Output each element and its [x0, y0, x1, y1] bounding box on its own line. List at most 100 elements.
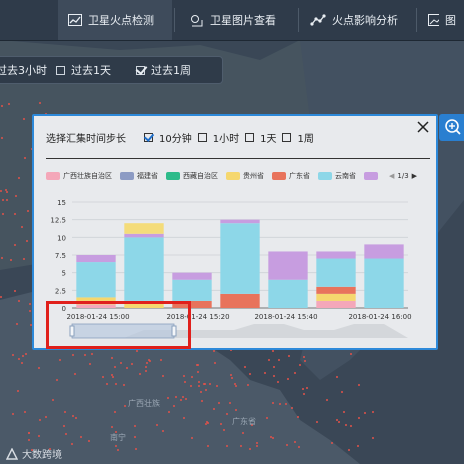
- bar-segment: [316, 300, 356, 308]
- bar-segment: [124, 233, 164, 238]
- bar-segment: [316, 293, 356, 301]
- x-tick-label: 2018-01-24 16:00: [348, 313, 411, 321]
- fire-point: [235, 408, 238, 411]
- fire-point: [272, 401, 275, 404]
- fire-point: [167, 410, 170, 413]
- fire-point: [62, 424, 65, 427]
- fire-point: [215, 385, 218, 388]
- fire-point: [15, 323, 18, 326]
- fire-point: [272, 365, 275, 368]
- fire-point: [17, 299, 20, 302]
- y-tick-label: 7.5: [55, 252, 66, 260]
- fire-point: [225, 412, 228, 415]
- fire-point: [166, 397, 169, 400]
- tab-divider: [298, 8, 299, 32]
- fire-point: [28, 303, 31, 306]
- fire-point: [293, 371, 296, 374]
- bar-segment: [124, 223, 164, 234]
- image-pin-icon: [191, 14, 203, 26]
- fire-point: [145, 361, 148, 364]
- y-tick-label: 2.5: [55, 287, 66, 295]
- bar-segment: [220, 223, 260, 294]
- fire-point: [13, 213, 16, 216]
- bar-segment: [124, 237, 164, 301]
- fire-point: [11, 353, 14, 356]
- checkbox[interactable]: [56, 65, 65, 75]
- fire-point: [39, 101, 42, 104]
- bar-segment: [316, 258, 356, 287]
- fire-point: [230, 377, 233, 380]
- tab-fire-impact-analysis[interactable]: 火点影响分析: [300, 0, 414, 40]
- filter-option-1d[interactable]: 过去1天: [56, 62, 111, 78]
- fire-point: [122, 384, 125, 387]
- tab-label: 卫星火点检测: [88, 14, 154, 27]
- bar-segment: [268, 279, 308, 308]
- fire-point: [113, 365, 116, 368]
- fire-point: [71, 353, 74, 356]
- bar-segment: [316, 251, 356, 259]
- tab-images-partial[interactable]: 图: [420, 0, 464, 40]
- scatter-line-icon: [310, 14, 326, 26]
- time-range-filter: 过去3小时 过去1天 过去1周: [0, 56, 223, 84]
- fire-point: [180, 398, 183, 401]
- y-tick-label: 12.5: [50, 217, 66, 225]
- fire-point: [172, 404, 175, 407]
- filter-option-1w[interactable]: 过去1周: [136, 62, 191, 78]
- fire-point: [364, 411, 367, 414]
- fire-point: [89, 362, 92, 365]
- fire-point: [87, 439, 90, 442]
- fire-point: [197, 380, 200, 383]
- brand-logo-icon: [6, 447, 18, 460]
- x-tick-label: 2018-01-24 15:40: [254, 313, 317, 321]
- fire-point: [113, 410, 116, 413]
- tab-satellite-images[interactable]: 卫星图片查看: [180, 0, 296, 40]
- tab-divider: [174, 8, 175, 32]
- fire-point: [239, 444, 242, 447]
- fire-point: [23, 156, 26, 159]
- fire-point: [336, 375, 339, 378]
- fire-point: [0, 104, 3, 107]
- bar-segment: [268, 251, 308, 280]
- chart-trend-icon: [68, 14, 82, 26]
- fire-point: [26, 209, 29, 212]
- fire-point: [184, 397, 187, 400]
- zoom-in-icon: [445, 119, 461, 135]
- bar-segment: [364, 258, 404, 308]
- fire-point: [20, 361, 23, 364]
- bar-segment: [364, 244, 404, 259]
- fire-point: [182, 374, 185, 377]
- fire-point: [228, 402, 231, 405]
- watermark: 大数跨境: [6, 446, 62, 461]
- fire-point: [0, 295, 3, 298]
- bar-segment: [220, 219, 260, 224]
- fire-point: [8, 102, 11, 105]
- tab-fire-detection[interactable]: 卫星火点检测: [58, 0, 172, 40]
- map-label-guangxi: 广西壮族: [128, 399, 160, 408]
- tab-divider: [416, 8, 417, 32]
- fire-point: [110, 425, 113, 428]
- fire-point: [276, 380, 279, 383]
- fire-point: [64, 432, 67, 435]
- map-label-guangdong: 广东省: [232, 417, 256, 426]
- fire-point: [90, 352, 93, 355]
- y-tick-label: 10: [57, 234, 66, 242]
- filter-option-3h[interactable]: 过去3小时: [0, 62, 47, 78]
- bar-segment: [172, 272, 212, 280]
- fire-point: [1, 136, 4, 139]
- y-tick-label: 15: [57, 199, 66, 207]
- fire-point: [111, 356, 114, 359]
- image-icon: [428, 14, 439, 26]
- fire-point: [38, 418, 41, 421]
- bar-segment: [316, 286, 356, 294]
- watermark-text: 大数跨境: [22, 450, 62, 461]
- fire-point: [204, 389, 207, 392]
- y-tick-label: 5: [62, 270, 66, 278]
- zoom-button[interactable]: [439, 114, 464, 141]
- fire-point: [144, 366, 147, 369]
- fire-point: [37, 434, 40, 437]
- fire-point: [174, 395, 177, 398]
- fire-point: [1, 212, 4, 215]
- filter-label: 过去1天: [71, 64, 111, 77]
- checkbox-checked[interactable]: [136, 65, 145, 75]
- bar-segment: [172, 279, 212, 301]
